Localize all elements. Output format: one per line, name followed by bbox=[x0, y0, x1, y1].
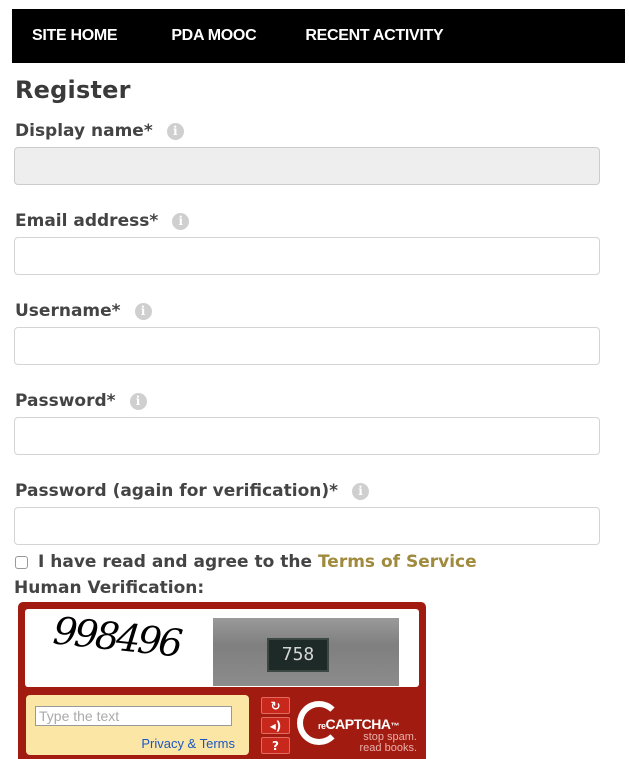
password-confirm-label: Password (again for verification)* i bbox=[15, 481, 370, 501]
captcha-photo-number: 758 bbox=[267, 638, 329, 672]
recaptcha-widget: 998496 758 Privacy & Terms ↻ ◂) ? reCAPT… bbox=[18, 602, 426, 759]
recaptcha-logo-text: reCAPTCHA™ bbox=[318, 716, 399, 732]
display-name-field[interactable] bbox=[14, 147, 600, 185]
username-field[interactable] bbox=[14, 327, 600, 365]
captcha-word: 998496 bbox=[51, 608, 183, 666]
email-label: Email address* i bbox=[15, 211, 190, 231]
email-field[interactable] bbox=[14, 237, 600, 275]
recaptcha-tagline-2: read books. bbox=[359, 742, 417, 754]
info-icon[interactable]: i bbox=[172, 212, 190, 230]
username-label-text: Username* bbox=[15, 301, 121, 321]
help-icon[interactable]: ? bbox=[261, 737, 290, 754]
info-icon[interactable]: i bbox=[129, 392, 147, 410]
password-label-text: Password* bbox=[15, 391, 116, 411]
password-label: Password* i bbox=[15, 391, 147, 411]
terms-of-service-link[interactable]: Terms of Service bbox=[318, 552, 477, 572]
display-name-label-text: Display name* bbox=[15, 121, 153, 141]
captcha-response-input[interactable] bbox=[35, 706, 232, 726]
recaptcha-logo-tm: ™ bbox=[390, 721, 399, 731]
privacy-terms-link[interactable]: Privacy & Terms bbox=[141, 736, 235, 751]
password-confirm-field[interactable] bbox=[14, 507, 600, 545]
tos-checkbox[interactable] bbox=[15, 555, 28, 569]
captcha-input-area: Privacy & Terms bbox=[26, 695, 249, 755]
tos-text: I have read and agree to the bbox=[38, 552, 312, 572]
page-title: Register bbox=[15, 76, 131, 104]
captcha-challenge-image: 998496 758 bbox=[25, 608, 419, 687]
recaptcha-logo-re: re bbox=[318, 721, 326, 731]
info-icon[interactable]: i bbox=[166, 122, 184, 140]
recaptcha-logo-captcha: CAPTCHA bbox=[325, 716, 391, 732]
password-field[interactable] bbox=[14, 417, 600, 455]
info-icon[interactable]: i bbox=[134, 302, 152, 320]
nav-pda-mooc[interactable]: PDA MOOC bbox=[171, 27, 256, 45]
info-icon[interactable]: i bbox=[352, 482, 370, 500]
recaptcha-tagline: stop spam. read books. bbox=[360, 732, 417, 754]
display-name-label: Display name* i bbox=[15, 121, 184, 141]
human-verification-label: Human Verification: bbox=[14, 578, 205, 598]
username-label: Username* i bbox=[15, 301, 152, 321]
tos-row: I have read and agree to the Terms of Se… bbox=[14, 552, 477, 572]
email-label-text: Email address* bbox=[15, 211, 159, 231]
nav-recent-activity[interactable]: RECENT ACTIVITY bbox=[305, 27, 443, 45]
nav-site-home[interactable]: SITE HOME bbox=[32, 27, 118, 45]
reload-icon[interactable]: ↻ bbox=[261, 697, 290, 714]
captcha-photo: 758 bbox=[213, 618, 399, 686]
audio-icon[interactable]: ◂) bbox=[261, 717, 290, 734]
top-navbar: SITE HOME PDA MOOC RECENT ACTIVITY bbox=[12, 9, 625, 63]
password-confirm-label-text: Password (again for verification)* bbox=[15, 481, 339, 501]
